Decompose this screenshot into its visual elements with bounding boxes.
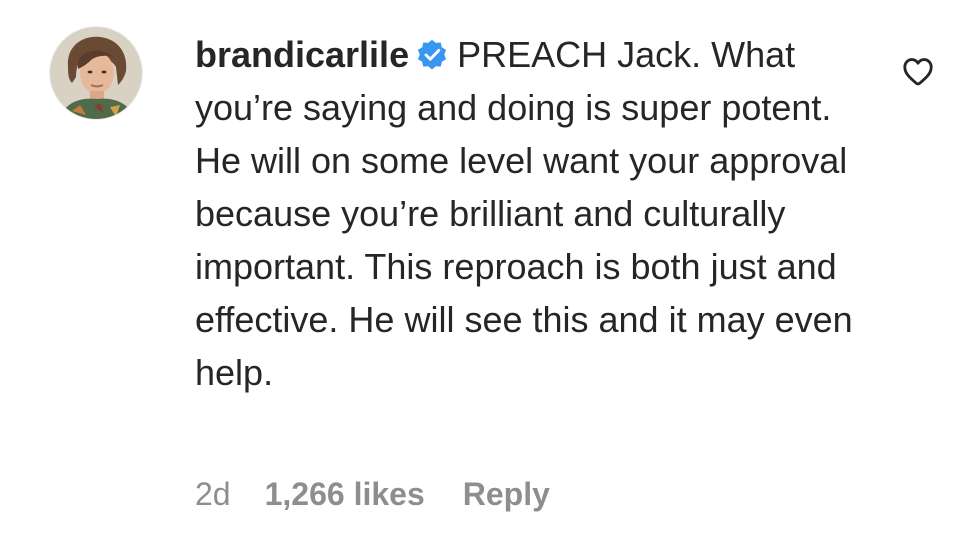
avatar[interactable] <box>50 27 142 119</box>
heart-outline-icon[interactable] <box>900 53 936 89</box>
timestamp[interactable]: 2d <box>195 472 231 516</box>
username-link[interactable]: brandicarlile <box>195 34 409 75</box>
comment-body: brandicarlile PREACH Jack. What you’re sa… <box>195 28 885 399</box>
comment-meta: 2d 1,266 likes Reply <box>195 472 550 516</box>
likes-count[interactable]: 1,266 likes <box>265 472 425 516</box>
comment-text: PREACH Jack. What you’re saying and doin… <box>195 34 853 393</box>
reply-button[interactable]: Reply <box>463 472 550 516</box>
comment: brandicarlile PREACH Jack. What you’re sa… <box>0 0 980 534</box>
avatar-photo <box>50 27 142 119</box>
verified-badge-icon <box>415 38 449 72</box>
